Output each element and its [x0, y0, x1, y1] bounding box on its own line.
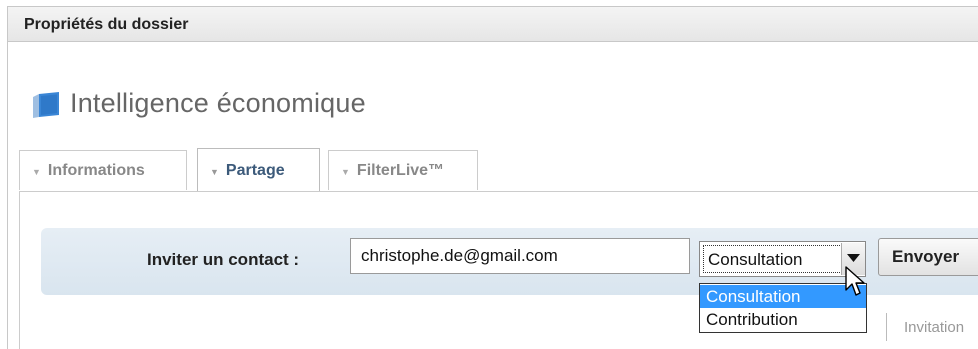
- tab-label: Partage: [225, 161, 285, 179]
- tab-partage[interactable]: ▼ Partage: [197, 148, 320, 192]
- window-titlebar: Propriétés du dossier: [7, 6, 978, 42]
- invite-contact-label: Inviter un contact :: [147, 250, 300, 269]
- option-contribution[interactable]: Contribution: [700, 308, 866, 331]
- role-select[interactable]: Consultation: [699, 241, 866, 277]
- tab-filterlive[interactable]: ▼ FilterLive™: [328, 150, 478, 190]
- window-title: Propriétés du dossier: [24, 16, 189, 33]
- tab-divider: [19, 191, 978, 192]
- chevron-down-icon: [847, 254, 860, 262]
- tab-informations[interactable]: ▼ Informations: [19, 150, 187, 190]
- role-dropdown-list: Consultation Contribution: [699, 283, 867, 333]
- column-divider: [886, 313, 887, 341]
- email-field[interactable]: [350, 238, 690, 274]
- mouse-pointer-icon: [845, 266, 865, 296]
- folder-book-icon: [33, 92, 59, 118]
- option-consultation[interactable]: Consultation: [700, 285, 866, 308]
- role-select-value: Consultation: [708, 250, 803, 269]
- content-border: [19, 191, 20, 349]
- folder-title: Intelligence économique: [70, 88, 366, 118]
- chevron-down-icon: ▼: [210, 166, 219, 177]
- chevron-down-icon: ▼: [32, 166, 41, 177]
- send-button[interactable]: Envoyer: [878, 238, 978, 276]
- tab-label: FilterLive™: [356, 161, 445, 179]
- invitation-column-header: Invitation: [904, 319, 965, 336]
- role-select-focus: Consultation: [703, 245, 842, 273]
- chevron-down-icon: ▼: [341, 166, 350, 177]
- tab-label: Informations: [47, 161, 145, 179]
